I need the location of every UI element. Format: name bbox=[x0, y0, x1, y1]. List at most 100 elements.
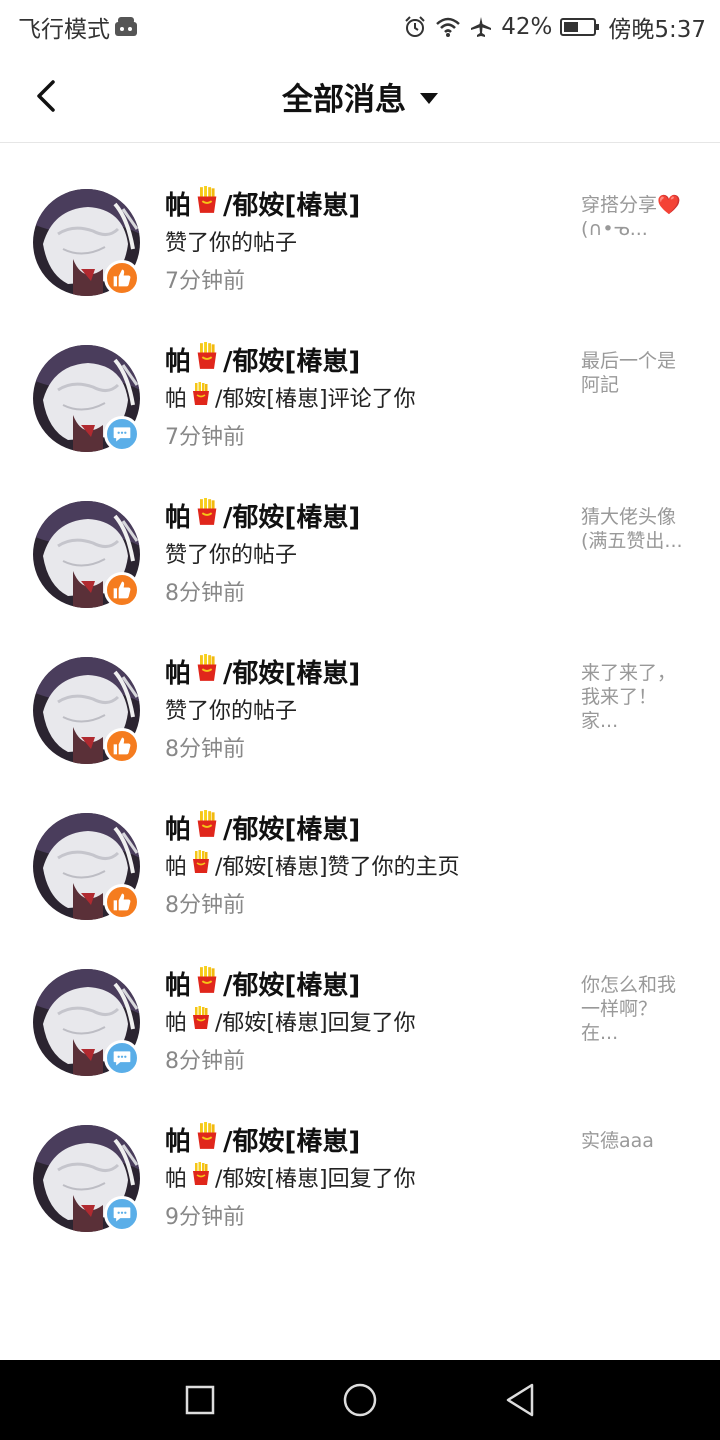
comment-badge-icon bbox=[104, 416, 140, 452]
airplane-icon bbox=[469, 15, 493, 39]
message-list-inner: 帕 /郁姲[椿崽] 赞了你的帖子 7分钟前 名字好感，有人看过吗... 帕 /郁… bbox=[0, 144, 720, 1267]
timestamp: 7分钟前 bbox=[165, 269, 245, 294]
like-badge-icon bbox=[104, 884, 140, 920]
post-snippet[interactable]: 猜大佬头像(满五赞出... bbox=[581, 505, 691, 553]
fries-emoji-icon bbox=[189, 1006, 213, 1036]
action-text: 赞了你的帖子 bbox=[165, 693, 297, 725]
post-snippet[interactable]: 你怎么和我一样啊？在... bbox=[581, 973, 691, 1045]
username-prefix: 帕 bbox=[165, 347, 192, 377]
action-label: 赞了你的帖子 bbox=[165, 543, 298, 568]
message-item[interactable]: 帕 /郁姲[椿崽] 帕 /郁姲[椿崽]评论了你 7分钟前 最后一个是阿記 bbox=[0, 331, 720, 487]
action-text: 赞了你的帖子 bbox=[165, 537, 297, 569]
header: 全部消息 bbox=[0, 50, 720, 143]
action-text: 帕 /郁姲[椿崽]赞了你的主页 bbox=[165, 849, 460, 881]
fries-emoji-icon bbox=[193, 1122, 221, 1157]
username[interactable]: 帕 /郁姲[椿崽] bbox=[165, 497, 360, 534]
action-text: 帕 /郁姲[椿崽]回复了你 bbox=[165, 1005, 416, 1037]
username-suffix: /郁姲[椿崽] bbox=[223, 503, 361, 533]
nav-back-button[interactable] bbox=[500, 1380, 540, 1420]
airplane-mode-label: 飞行模式 bbox=[18, 17, 110, 43]
username-suffix: /郁姲[椿崽] bbox=[223, 815, 361, 845]
message-list[interactable]: 帕 /郁姲[椿崽] 赞了你的帖子 7分钟前 名字好感，有人看过吗... 帕 /郁… bbox=[0, 144, 720, 1360]
action-label: 赞了你的帖子 bbox=[165, 231, 298, 256]
home-icon bbox=[343, 1383, 377, 1417]
like-badge-icon bbox=[104, 728, 140, 764]
timestamp: 9分钟前 bbox=[165, 1205, 245, 1230]
message-item[interactable]: 帕 /郁姲[椿崽] 帕 /郁姲[椿崽]回复了你 9分钟前 实德aaa bbox=[0, 1111, 720, 1267]
comment-badge-icon bbox=[104, 1196, 140, 1232]
username[interactable]: 帕 /郁姲[椿崽] bbox=[165, 1121, 360, 1158]
battery-icon bbox=[560, 17, 600, 37]
recent-apps-icon bbox=[185, 1385, 215, 1415]
username[interactable]: 帕 /郁姲[椿崽] bbox=[165, 185, 360, 222]
action-label: 赞了你的帖子 bbox=[165, 699, 298, 724]
caret-down-icon bbox=[420, 93, 438, 104]
username-suffix: /郁姲[椿崽] bbox=[223, 1127, 361, 1157]
action-text: 赞了你的帖子 bbox=[165, 225, 297, 257]
like-badge-icon bbox=[104, 260, 140, 296]
timestamp: 8分钟前 bbox=[165, 737, 245, 762]
timestamp: 8分钟前 bbox=[165, 1049, 245, 1074]
timestamp: 7分钟前 bbox=[165, 425, 245, 450]
username[interactable]: 帕 /郁姲[椿崽] bbox=[165, 341, 360, 378]
wifi-icon bbox=[435, 16, 461, 38]
android-icon bbox=[114, 16, 138, 38]
action-user-prefix: 帕 bbox=[165, 1167, 188, 1192]
action-user-prefix: 帕 bbox=[165, 387, 188, 412]
action-label: /郁姲[椿崽]回复了你 bbox=[215, 1167, 416, 1192]
title-dropdown[interactable]: 全部消息 bbox=[0, 74, 720, 119]
post-snippet[interactable]: 来了来了，我来了！家... bbox=[581, 661, 691, 733]
fries-emoji-icon bbox=[193, 498, 221, 533]
action-label: /郁姲[椿崽]回复了你 bbox=[215, 1011, 416, 1036]
fries-emoji-icon bbox=[193, 810, 221, 845]
fries-emoji-icon bbox=[193, 186, 221, 221]
message-item[interactable]: 帕 /郁姲[椿崽] 帕 /郁姲[椿崽]赞了你的主页 8分钟前 bbox=[0, 799, 720, 955]
post-snippet[interactable]: 最后一个是阿記 bbox=[581, 349, 691, 397]
action-user-prefix: 帕 bbox=[165, 855, 188, 880]
post-snippet[interactable]: 穿搭分享❤️(∩•ᓀ... bbox=[581, 193, 691, 241]
home-button[interactable] bbox=[340, 1380, 380, 1420]
message-item[interactable]: 帕 /郁姲[椿崽] 赞了你的帖子 7分钟前 穿搭分享❤️(∩•ᓀ... bbox=[0, 175, 720, 331]
fries-emoji-icon bbox=[189, 850, 213, 880]
clock: 傍晚5:37 bbox=[608, 17, 706, 43]
message-item[interactable]: 帕 /郁姲[椿崽] 赞了你的帖子 8分钟前 来了来了，我来了！家... bbox=[0, 643, 720, 799]
navigation-bar bbox=[0, 1360, 720, 1440]
page-title: 全部消息 bbox=[282, 82, 406, 118]
username-prefix: 帕 bbox=[165, 1127, 192, 1157]
username-suffix: /郁姲[椿崽] bbox=[223, 971, 361, 1001]
username-prefix: 帕 bbox=[165, 815, 192, 845]
fries-emoji-icon bbox=[189, 1162, 213, 1192]
action-label: /郁姲[椿崽]评论了你 bbox=[215, 387, 416, 412]
battery-percent: 42% bbox=[501, 14, 553, 40]
action-text: 帕 /郁姲[椿崽]评论了你 bbox=[165, 381, 416, 413]
username-suffix: /郁姲[椿崽] bbox=[223, 191, 361, 221]
fries-emoji-icon bbox=[189, 382, 213, 412]
username-prefix: 帕 bbox=[165, 503, 192, 533]
fries-emoji-icon bbox=[193, 654, 221, 689]
status-left: 飞行模式 bbox=[18, 10, 138, 44]
username[interactable]: 帕 /郁姲[椿崽] bbox=[165, 965, 360, 1002]
back-icon bbox=[506, 1383, 534, 1417]
post-snippet[interactable]: 实德aaa bbox=[581, 1129, 691, 1153]
fries-emoji-icon bbox=[193, 342, 221, 377]
status-bar: 飞行模式 42% 傍晚5:37 bbox=[0, 0, 720, 50]
username[interactable]: 帕 /郁姲[椿崽] bbox=[165, 653, 360, 690]
recent-apps-button[interactable] bbox=[180, 1380, 220, 1420]
action-label: /郁姲[椿崽]赞了你的主页 bbox=[215, 855, 460, 880]
timestamp: 8分钟前 bbox=[165, 893, 245, 918]
alarm-icon bbox=[403, 15, 427, 39]
message-item[interactable]: 帕 /郁姲[椿崽] 赞了你的帖子 7分钟前 名字好感，有人看过吗... bbox=[0, 144, 720, 175]
like-badge-icon bbox=[104, 572, 140, 608]
comment-badge-icon bbox=[104, 1040, 140, 1076]
status-right: 42% 傍晚5:37 bbox=[403, 10, 706, 44]
message-item[interactable]: 帕 /郁姲[椿崽] 赞了你的帖子 8分钟前 猜大佬头像(满五赞出... bbox=[0, 487, 720, 643]
username-suffix: /郁姲[椿崽] bbox=[223, 347, 361, 377]
fries-emoji-icon bbox=[193, 966, 221, 1001]
action-user-prefix: 帕 bbox=[165, 1011, 188, 1036]
action-text: 帕 /郁姲[椿崽]回复了你 bbox=[165, 1161, 416, 1193]
username[interactable]: 帕 /郁姲[椿崽] bbox=[165, 809, 360, 846]
username-suffix: /郁姲[椿崽] bbox=[223, 659, 361, 689]
username-prefix: 帕 bbox=[165, 971, 192, 1001]
message-item[interactable]: 帕 /郁姲[椿崽] 帕 /郁姲[椿崽]回复了你 8分钟前 你怎么和我一样啊？在.… bbox=[0, 955, 720, 1111]
username-prefix: 帕 bbox=[165, 191, 192, 221]
